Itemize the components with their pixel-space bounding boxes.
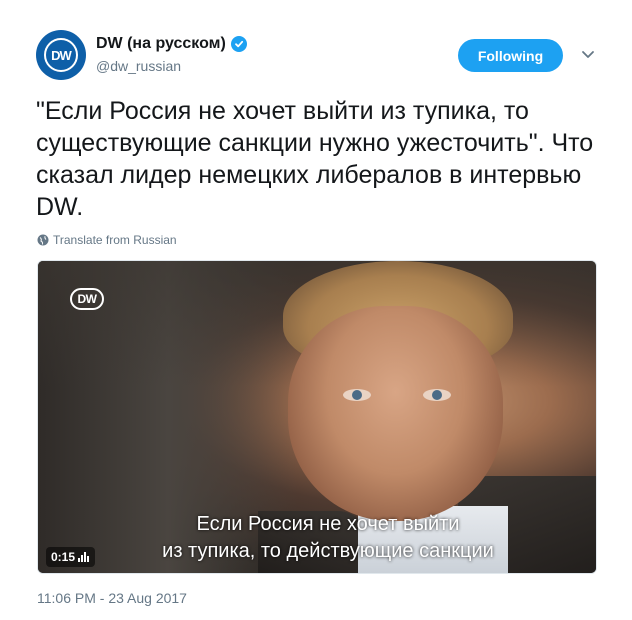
- speaker-face: [288, 306, 503, 521]
- volume-bars-icon: [78, 552, 90, 562]
- display-name[interactable]: DW (на русском): [96, 35, 226, 53]
- author-info: DW (на русском) @dw_russian: [96, 34, 247, 74]
- display-name-row: DW (на русском): [96, 34, 247, 54]
- video-subtitles: Если Россия не хочет выйти из тупика, то…: [38, 511, 596, 565]
- tweet-card: DW DW (на русском) @dw_russian Following…: [0, 0, 632, 620]
- following-button[interactable]: Following: [458, 39, 563, 72]
- dw-avatar-logo: DW: [44, 38, 78, 72]
- dw-watermark-logo: DW: [70, 288, 104, 310]
- verified-badge-icon: [230, 36, 247, 52]
- subtitle-line-2: из тупика, то действующие санкции: [162, 540, 494, 562]
- user-handle[interactable]: @dw_russian: [96, 58, 247, 74]
- video-player[interactable]: DW Если Россия не хочет выйти из тупика,…: [37, 260, 597, 574]
- subtitle-line-1: Если Россия не хочет выйти: [196, 513, 460, 535]
- translate-link[interactable]: Translate from Russian: [37, 233, 177, 247]
- speaker-eye-left: [343, 389, 371, 401]
- speaker-eye-right: [423, 389, 451, 401]
- translate-label[interactable]: Translate from Russian: [53, 233, 177, 247]
- tweet-timestamp[interactable]: 11:06 PM - 23 Aug 2017: [37, 590, 187, 606]
- video-duration: 0:15: [51, 550, 76, 564]
- chevron-down-icon[interactable]: [580, 48, 596, 62]
- globe-icon: [37, 234, 49, 246]
- avatar[interactable]: DW: [36, 30, 86, 80]
- video-duration-badge: 0:15: [46, 547, 96, 567]
- tweet-text: "Если Россия не хочет выйти из тупика, т…: [36, 97, 594, 221]
